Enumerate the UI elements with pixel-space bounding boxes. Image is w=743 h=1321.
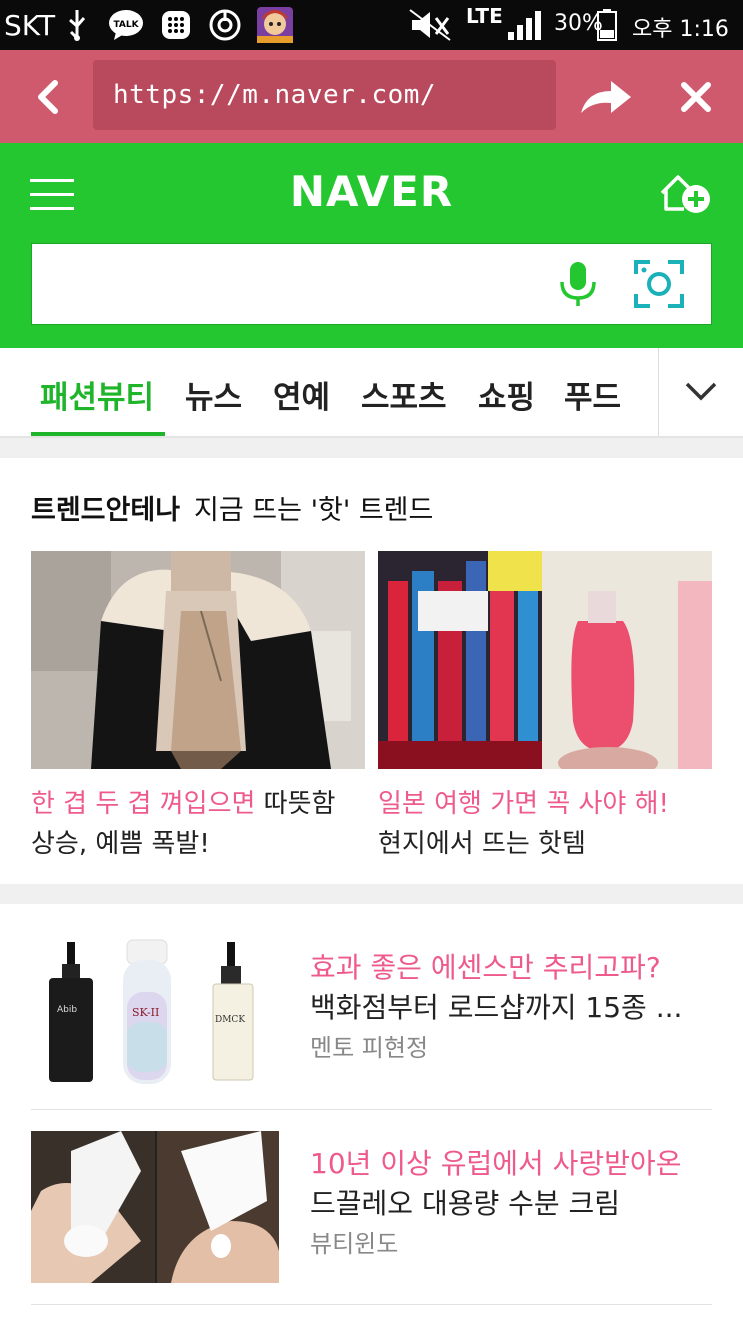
home-plus-icon	[660, 175, 710, 213]
game-app-icon	[256, 6, 294, 48]
usb-icon	[64, 8, 90, 46]
tab-news[interactable]: 뉴스	[185, 372, 242, 417]
tab-fashion-beauty[interactable]: 패션뷰티	[40, 372, 154, 417]
mute-icon	[408, 8, 452, 46]
section-gap	[0, 884, 743, 904]
camera-lens-icon	[634, 260, 684, 308]
naver-logo[interactable]: NAVER	[0, 167, 743, 216]
list-item-text-2[interactable]: 10년 이상 유럽에서 사랑받아온 드끌레오 대용량 수분 크림 뷰티윈도	[310, 1144, 710, 1264]
grid-app-icon	[160, 8, 192, 46]
tab-food[interactable]: 푸드	[564, 372, 621, 417]
naver-header: NAVER	[0, 143, 743, 348]
list-item-source-1: 멘토 피현정	[310, 1034, 429, 1062]
list-item-subtitle-2: 드끌레오 대용량 수분 크림	[310, 1187, 621, 1220]
trend-card-highlight-2: 일본 여행 가면 꼭 사야 해!	[378, 789, 669, 819]
product-label-1: Abib	[57, 1005, 77, 1015]
trend-card-text2-2: 현지에서 뜨는 핫템	[378, 829, 586, 859]
trend-card-text2-1: 상승, 예쁨 폭발!	[31, 829, 210, 859]
product-label-3: DMCK	[215, 1015, 245, 1025]
list-item-title-2: 10년 이상 유럽에서 사랑받아온	[310, 1147, 682, 1180]
section-gap	[0, 438, 743, 458]
lens-search-button[interactable]	[634, 260, 684, 312]
search-box[interactable]	[31, 243, 712, 325]
trend-card-text1-1: 따뜻함	[255, 789, 336, 819]
trend-card-image-1[interactable]	[31, 551, 365, 769]
url-field[interactable]: https://m.naver.com/	[93, 60, 556, 130]
microphone-icon	[560, 262, 596, 306]
home-add-button[interactable]	[658, 171, 714, 219]
category-tabs: 패션뷰티 뉴스 연예 스포츠 쇼핑 푸드	[0, 348, 743, 438]
url-text: https://m.naver.com/	[113, 80, 437, 110]
browser-toolbar: https://m.naver.com/	[0, 50, 743, 143]
carrier-label: SKT	[4, 9, 56, 42]
tab-sports[interactable]: 스포츠	[361, 372, 447, 417]
expand-tabs-button[interactable]	[684, 380, 718, 406]
trend-title: 트렌드안테나	[31, 495, 181, 526]
list-item-text-1[interactable]: 효과 좋은 에센스만 추리고파? 백화점부터 로드샵까지 15종 ... 멘토 …	[310, 948, 710, 1068]
list-divider	[31, 1109, 712, 1110]
list-item-subtitle-1: 백화점부터 로드샵까지 15종 ...	[310, 991, 683, 1024]
back-button[interactable]	[0, 50, 93, 143]
list-item-source-2: 뷰티윈도	[310, 1230, 399, 1258]
trend-subtitle: 지금 뜨는 '핫' 트렌드	[194, 495, 434, 526]
trend-card-image-2[interactable]	[378, 551, 712, 769]
trend-section-title: 트렌드안테나 지금 뜨는 '핫' 트렌드	[31, 488, 433, 527]
voice-search-button[interactable]	[556, 260, 600, 314]
chevron-left-icon	[37, 79, 58, 114]
power-app-icon	[208, 8, 242, 46]
list-item-thumbnail-2[interactable]	[31, 1131, 279, 1283]
chevron-down-icon	[685, 382, 717, 401]
tab-divider	[658, 348, 659, 436]
network-type: LTE	[466, 4, 503, 28]
tab-entertainment[interactable]: 연예	[273, 372, 330, 417]
list-item-title-1: 효과 좋은 에센스만 추리고파?	[310, 951, 661, 984]
product-label-2: SK-II	[132, 1006, 159, 1019]
share-arrow-icon	[581, 80, 631, 113]
trend-card-highlight-1: 한 겹 두 겹 껴입으면	[31, 789, 256, 819]
signal-icon	[506, 8, 544, 46]
talk-label: TALK	[113, 20, 139, 30]
list-item-thumbnail-1[interactable]: Abib SK-II DMCK	[31, 932, 279, 1092]
list-divider	[31, 1304, 712, 1305]
trend-card-caption-1[interactable]: 한 겹 두 겹 껴입으면 따뜻함 상승, 예쁨 폭발!	[31, 784, 371, 864]
close-icon	[681, 81, 711, 112]
share-button[interactable]	[566, 50, 646, 143]
tab-shopping[interactable]: 쇼핑	[478, 372, 535, 417]
close-button[interactable]	[656, 50, 736, 143]
clock: 오후 1:16	[632, 17, 729, 42]
trend-card-caption-2[interactable]: 일본 여행 가면 꼭 사야 해! 현지에서 뜨는 핫템	[378, 784, 718, 864]
battery-icon	[596, 8, 618, 46]
talk-icon: TALK	[108, 8, 144, 46]
status-bar: SKT TALK LTE 30% 오후 1:16	[0, 0, 743, 50]
active-tab-indicator	[31, 432, 165, 436]
